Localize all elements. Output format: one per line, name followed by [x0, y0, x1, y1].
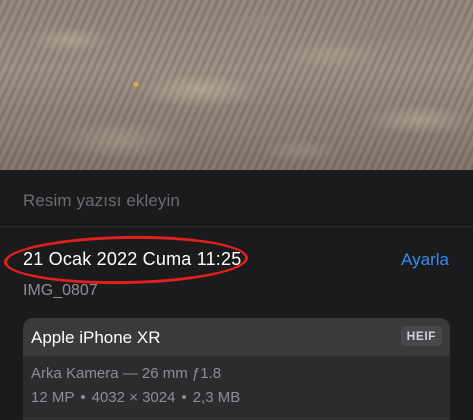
card-divider	[23, 418, 450, 419]
separator: •	[80, 389, 86, 406]
format-badge: HEIF	[400, 326, 442, 346]
filename-label: IMG_0807	[23, 282, 98, 299]
megapixels: 12 MP	[31, 389, 75, 406]
device-card-header: Apple iPhone XR HEIF	[23, 318, 450, 356]
device-name: Apple iPhone XR	[31, 328, 161, 347]
resolution: 4032 × 3024	[91, 389, 176, 406]
photo-info-screen: Resim yazısı ekleyin 21 Ocak 2022 Cuma 1…	[0, 0, 473, 420]
annotation-ellipse	[3, 233, 249, 287]
file-size: 2,3 MB	[192, 389, 241, 406]
divider	[0, 226, 473, 227]
photo-speck	[133, 82, 139, 87]
caption-input[interactable]: Resim yazısı ekleyin	[23, 191, 180, 211]
separator: •	[181, 389, 187, 406]
photo-preview[interactable]	[0, 0, 473, 170]
image-specs: 12 MP • 4032 × 3024 • 2,3 MB	[31, 389, 240, 406]
lens-info: Arka Kamera — 26 mm ƒ1.8	[31, 365, 222, 382]
device-info-card: Apple iPhone XR HEIF Arka Kamera — 26 mm…	[23, 318, 450, 420]
adjust-button[interactable]: Ayarla	[401, 250, 449, 270]
